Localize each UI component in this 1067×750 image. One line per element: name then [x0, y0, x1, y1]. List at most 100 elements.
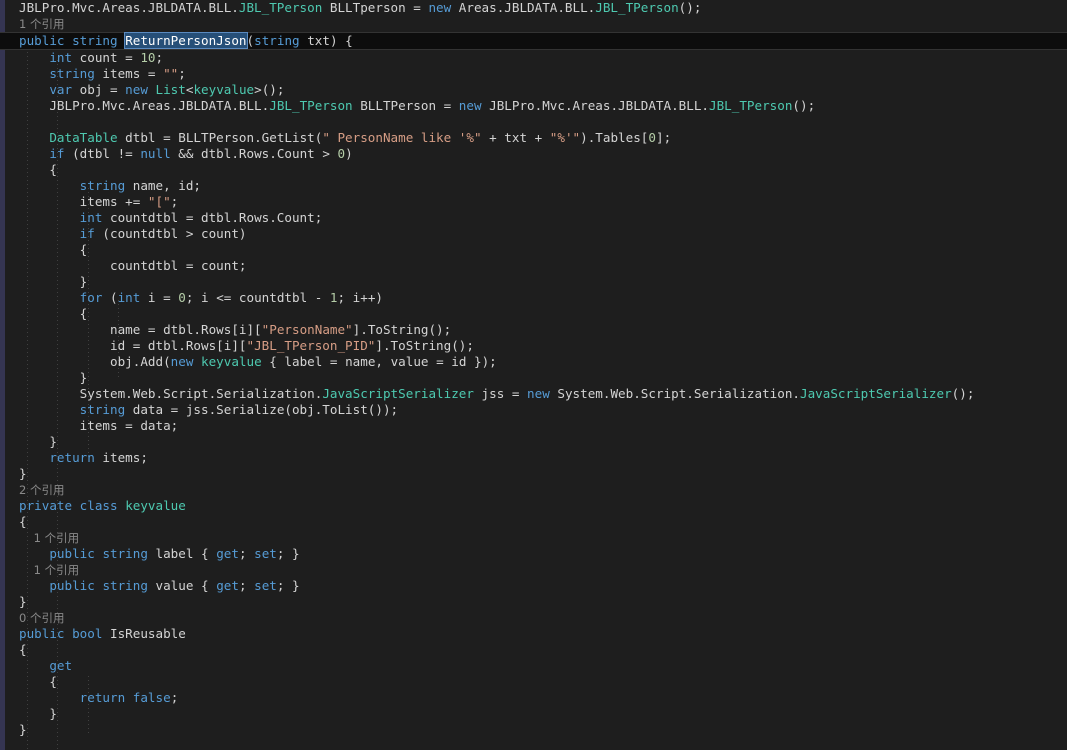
code-line[interactable]: string data = jss.Serialize(obj.ToList()…: [0, 402, 1067, 418]
code-line[interactable]: public string value { get; set; }: [0, 578, 1067, 594]
code-line[interactable]: JBLPro.Mvc.Areas.JBLDATA.BLL.JBL_TPerson…: [0, 98, 1067, 114]
code-token: set: [254, 578, 277, 593]
code-token: set: [254, 546, 277, 561]
code-token: ;: [178, 66, 186, 81]
code-line[interactable]: }: [0, 370, 1067, 386]
code-token: keyvalue: [193, 82, 255, 97]
code-line[interactable]: }: [0, 466, 1067, 482]
codelens-row[interactable]: 1 个引用: [0, 16, 1067, 32]
code-token: DataTable: [49, 130, 118, 145]
code-token: countdtbl = count;: [110, 258, 247, 273]
code-token: string: [79, 178, 126, 193]
codelens-label[interactable]: 2 个引用: [19, 483, 64, 497]
codelens-row[interactable]: 1 个引用: [0, 530, 1067, 546]
code-token: return: [49, 450, 95, 465]
codelens-label[interactable]: 0 个引用: [19, 611, 64, 625]
code-line[interactable]: }: [0, 722, 1067, 738]
code-line[interactable]: name = dtbl.Rows[i]["PersonName"].ToStri…: [0, 322, 1067, 338]
code-token: JavaScriptSerializer: [800, 386, 952, 401]
code-token: { label = name, value = id });: [261, 354, 497, 369]
code-line[interactable]: if (countdtbl > count): [0, 226, 1067, 242]
code-line[interactable]: {: [0, 242, 1067, 258]
code-token: public: [19, 33, 65, 48]
code-line[interactable]: }: [0, 274, 1067, 290]
code-token: id = dtbl.Rows[i][: [110, 338, 247, 353]
code-line[interactable]: public bool IsReusable: [0, 626, 1067, 642]
code-line[interactable]: }: [0, 594, 1067, 610]
code-line[interactable]: items += "[";: [0, 194, 1067, 210]
codelens-row[interactable]: 0 个引用: [0, 610, 1067, 626]
codelens-row[interactable]: 1 个引用: [0, 562, 1067, 578]
code-token: 10: [140, 50, 156, 65]
code-token: i =: [140, 290, 179, 305]
code-token: new: [428, 0, 452, 15]
code-line[interactable]: }: [0, 706, 1067, 722]
codelens-label[interactable]: 1 个引用: [19, 17, 64, 31]
code-line[interactable]: id = dtbl.Rows[i]["JBL_TPerson_PID"].ToS…: [0, 338, 1067, 354]
code-token: BLLTperson =: [322, 0, 429, 15]
codelens-label[interactable]: 1 个引用: [19, 563, 80, 577]
codelens-label[interactable]: 1 个引用: [19, 531, 80, 545]
code-token: IsReusable: [102, 626, 186, 641]
code-line[interactable]: return false;: [0, 690, 1067, 706]
code-line[interactable]: public string ReturnPersonJson(string tx…: [0, 32, 1067, 50]
code-token: ;: [238, 546, 255, 561]
code-line[interactable]: public string label { get; set; }: [0, 546, 1067, 562]
code-lines-container[interactable]: JBLPro.Mvc.Areas.JBLDATA.BLL.JBL_TPerson…: [0, 0, 1067, 738]
code-line[interactable]: }: [0, 434, 1067, 450]
code-line[interactable]: {: [0, 306, 1067, 322]
code-line[interactable]: {: [0, 162, 1067, 178]
code-editor[interactable]: JBLPro.Mvc.Areas.JBLDATA.BLL.JBL_TPerson…: [0, 0, 1067, 750]
code-line[interactable]: items = data;: [0, 418, 1067, 434]
code-token: var: [49, 82, 73, 97]
code-line[interactable]: if (dtbl != null && dtbl.Rows.Count > 0): [0, 146, 1067, 162]
code-line[interactable]: {: [0, 514, 1067, 530]
code-token: if: [49, 146, 65, 161]
code-line[interactable]: for (int i = 0; i <= countdtbl - 1; i++): [0, 290, 1067, 306]
code-line[interactable]: [0, 114, 1067, 130]
code-token: ; }: [276, 546, 300, 561]
code-line[interactable]: {: [0, 642, 1067, 658]
code-line[interactable]: var obj = new List<keyvalue>();: [0, 82, 1067, 98]
code-line[interactable]: string items = "";: [0, 66, 1067, 82]
code-line[interactable]: get: [0, 658, 1067, 674]
code-line[interactable]: JBLPro.Mvc.Areas.JBLDATA.BLL.JBL_TPerson…: [0, 0, 1067, 16]
code-line[interactable]: private class keyvalue: [0, 498, 1067, 514]
code-token: for: [79, 290, 103, 305]
code-token: }: [79, 370, 88, 385]
code-token: ];: [655, 130, 672, 145]
code-line[interactable]: obj.Add(new keyvalue { label = name, val…: [0, 354, 1067, 370]
code-token: >();: [254, 82, 285, 97]
code-token: return: [79, 690, 126, 705]
code-line[interactable]: string name, id;: [0, 178, 1067, 194]
code-token: int: [49, 50, 73, 65]
code-line[interactable]: int count = 10;: [0, 50, 1067, 66]
code-token: }: [19, 594, 27, 609]
code-line[interactable]: int countdtbl = dtbl.Rows.Count;: [0, 210, 1067, 226]
code-token: public: [49, 578, 95, 593]
code-line[interactable]: {: [0, 674, 1067, 690]
code-line[interactable]: return items;: [0, 450, 1067, 466]
code-token: 1: [329, 290, 338, 305]
code-token: (dtbl !=: [64, 146, 141, 161]
code-line[interactable]: countdtbl = count;: [0, 258, 1067, 274]
codelens-row[interactable]: 2 个引用: [0, 482, 1067, 498]
code-line[interactable]: DataTable dtbl = BLLTPerson.GetList(" Pe…: [0, 130, 1067, 146]
code-token: {: [79, 242, 88, 257]
code-token: JBL_TPerson: [238, 0, 323, 15]
code-token: items =: [94, 66, 164, 81]
code-line[interactable]: System.Web.Script.Serialization.JavaScri…: [0, 386, 1067, 402]
code-token: "": [163, 66, 179, 81]
